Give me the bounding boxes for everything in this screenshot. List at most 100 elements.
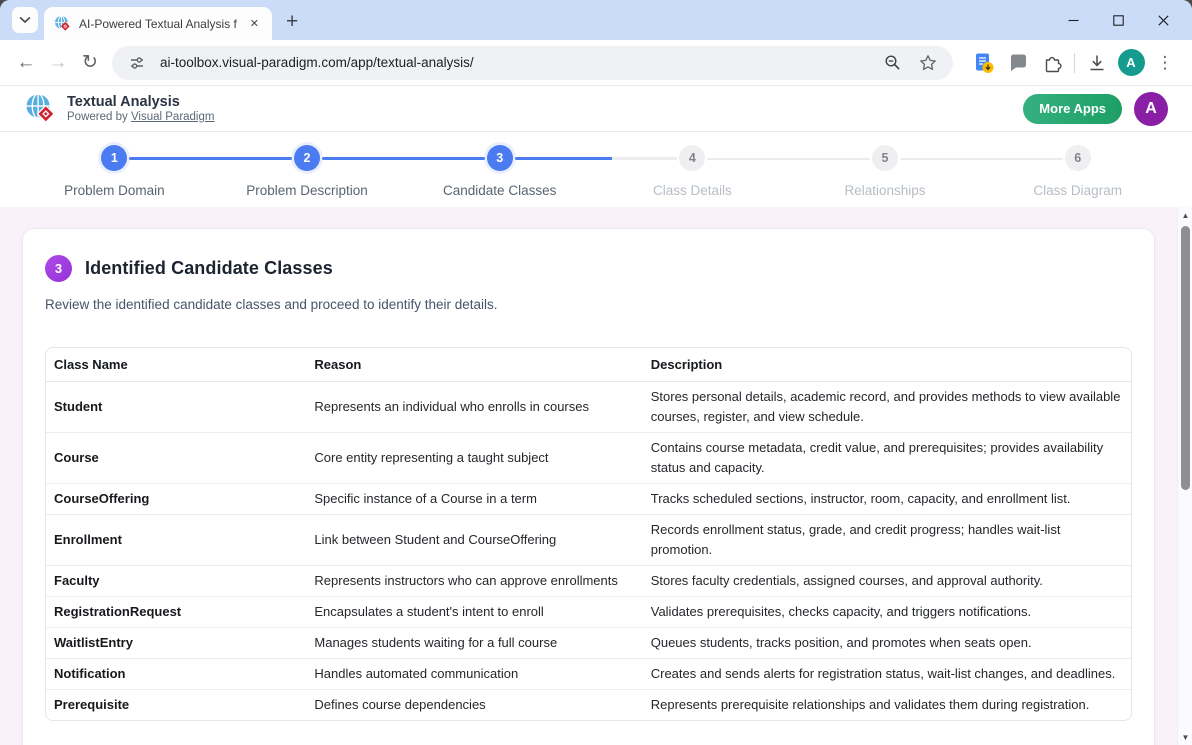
tab-close-icon[interactable]: ✕ [245,15,264,32]
table-row: StudentRepresents an individual who enro… [46,382,1131,433]
cell-reason: Defines course dependencies [306,690,642,721]
step-candidate-classes[interactable]: 3 Candidate Classes [403,145,596,207]
step-connector [515,157,678,160]
cell-description: Creates and sends alerts for registratio… [643,659,1131,690]
extensions-icon[interactable] [1035,46,1069,80]
tab-search-button[interactable] [12,7,38,33]
scrollbar-thumb[interactable] [1181,226,1190,490]
comment-icon[interactable] [1001,46,1035,80]
cell-reason: Specific instance of a Course in a term [306,484,642,515]
account-avatar[interactable]: A [1134,92,1168,126]
app-header: Textual Analysis Powered by Visual Parad… [0,86,1192,132]
cell-description: Contains course metadata, credit value, … [643,433,1131,484]
cell-description: Records enrollment status, grade, and cr… [643,515,1131,566]
close-button[interactable] [1141,0,1186,40]
page-title: Identified Candidate Classes [85,258,333,279]
bookmark-star-icon[interactable] [915,50,941,76]
page-subtitle: Review the identified candidate classes … [45,297,1132,312]
cell-name: Student [46,382,306,433]
back-button[interactable]: ← [10,47,42,79]
table-row: EnrollmentLink between Student and Cours… [46,515,1131,566]
visual-paradigm-logo [24,92,57,125]
step-number: 2 [294,145,320,171]
reload-button[interactable]: ↻ [74,47,106,79]
cell-name: Course [46,433,306,484]
step-relationships[interactable]: 5Relationships [789,145,982,207]
cell-reason: Core entity representing a taught subjec… [306,433,642,484]
step-problem-domain[interactable]: 1 Problem Domain [18,145,211,207]
table-row: CourseCore entity representing a taught … [46,433,1131,484]
toolbar-divider [1074,53,1075,73]
maximize-button[interactable] [1096,0,1141,40]
step-number: 1 [101,145,127,171]
step-connector [900,158,1063,160]
step-number: 4 [679,145,705,171]
step-label: Relationships [845,183,926,198]
cell-reason: Handles automated communication [306,659,642,690]
forward-button: → [42,47,74,79]
more-apps-button[interactable]: More Apps [1023,94,1122,124]
cell-description: Tracks scheduled sections, instructor, r… [643,484,1131,515]
candidate-classes-table: Class Name Reason Description StudentRep… [45,347,1132,721]
cell-reason: Link between Student and CourseOffering [306,515,642,566]
chevron-down-icon [19,16,31,24]
site-favicon [54,15,71,32]
download-icon[interactable] [1080,46,1114,80]
scroll-down-icon[interactable]: ▼ [1178,729,1192,745]
step-label: Class Details [653,183,732,198]
site-settings-icon[interactable] [124,50,150,76]
step-problem-description[interactable]: 2 Problem Description [211,145,404,207]
table-row: FacultyRepresents instructors who can ap… [46,566,1131,597]
tab-title: AI-Powered Textual Analysis for [79,17,237,31]
browser-tab[interactable]: AI-Powered Textual Analysis for ✕ [44,7,272,40]
column-reason: Reason [306,348,642,382]
step-class-details[interactable]: 4 Class Details [596,145,789,207]
zoom-out-icon[interactable] [879,50,905,76]
step-label: Problem Domain [64,183,165,198]
app-title: Textual Analysis [67,94,214,111]
cell-reason: Represents instructors who can approve e… [306,566,642,597]
wizard-stepper: 1 Problem Domain 2 Problem Description 3 Cand… [0,132,1192,207]
cell-name: RegistrationRequest [46,597,306,628]
cell-reason: Manages students waiting for a full cour… [306,628,642,659]
cell-description: Represents prerequisite relationships an… [643,690,1131,721]
browser-titlebar: AI-Powered Textual Analysis for ✕ + [0,0,1192,40]
column-class-name: Class Name [46,348,306,382]
step-class-diagram[interactable]: 6 Class Diagram [981,145,1174,207]
browser-toolbar: ← → ↻ ai-toolbox.visual-paradigm.com/app… [0,40,1192,86]
step-label: Class Diagram [1033,183,1122,198]
profile-avatar[interactable]: A [1114,46,1148,80]
step-label: Problem Description [246,183,368,198]
table-row: PrerequisiteDefines course dependenciesR… [46,690,1131,721]
scroll-up-icon[interactable]: ▲ [1178,207,1192,223]
cell-name: Prerequisite [46,690,306,721]
url-bar[interactable]: ai-toolbox.visual-paradigm.com/app/textu… [112,46,953,80]
visual-paradigm-link[interactable]: Visual Paradigm [131,111,215,123]
main-content: 3 Identified Candidate Classes Review th… [0,207,1192,745]
docs-offline-icon[interactable] [967,46,1001,80]
column-description: Description [643,348,1131,382]
table-row: WaitlistEntryManages students waiting fo… [46,628,1131,659]
browser-menu-icon[interactable]: ⋮ [1148,46,1182,80]
window-controls [1051,0,1186,40]
step-label: Candidate Classes [443,183,556,198]
cell-description: Validates prerequisites, checks capacity… [643,597,1131,628]
cell-name: Notification [46,659,306,690]
step-connector [129,157,292,160]
powered-by: Powered by Visual Paradigm [67,111,214,123]
step-badge: 3 [45,255,72,282]
new-tab-button[interactable]: + [286,11,298,32]
page-scrollbar[interactable]: ▲ ▼ [1177,207,1192,745]
url-text[interactable]: ai-toolbox.visual-paradigm.com/app/textu… [160,55,869,70]
table-row: CourseOfferingSpecific instance of a Cou… [46,484,1131,515]
table-row: RegistrationRequestEncapsulates a studen… [46,597,1131,628]
cell-reason: Encapsulates a student's intent to enrol… [306,597,642,628]
cell-description: Queues students, tracks position, and pr… [643,628,1131,659]
cell-reason: Represents an individual who enrolls in … [306,382,642,433]
cell-name: Faculty [46,566,306,597]
cell-name: WaitlistEntry [46,628,306,659]
step-number: 3 [487,145,513,171]
step-number: 6 [1065,145,1091,171]
browser-window: AI-Powered Textual Analysis for ✕ + ← → … [0,0,1192,745]
minimize-button[interactable] [1051,0,1096,40]
